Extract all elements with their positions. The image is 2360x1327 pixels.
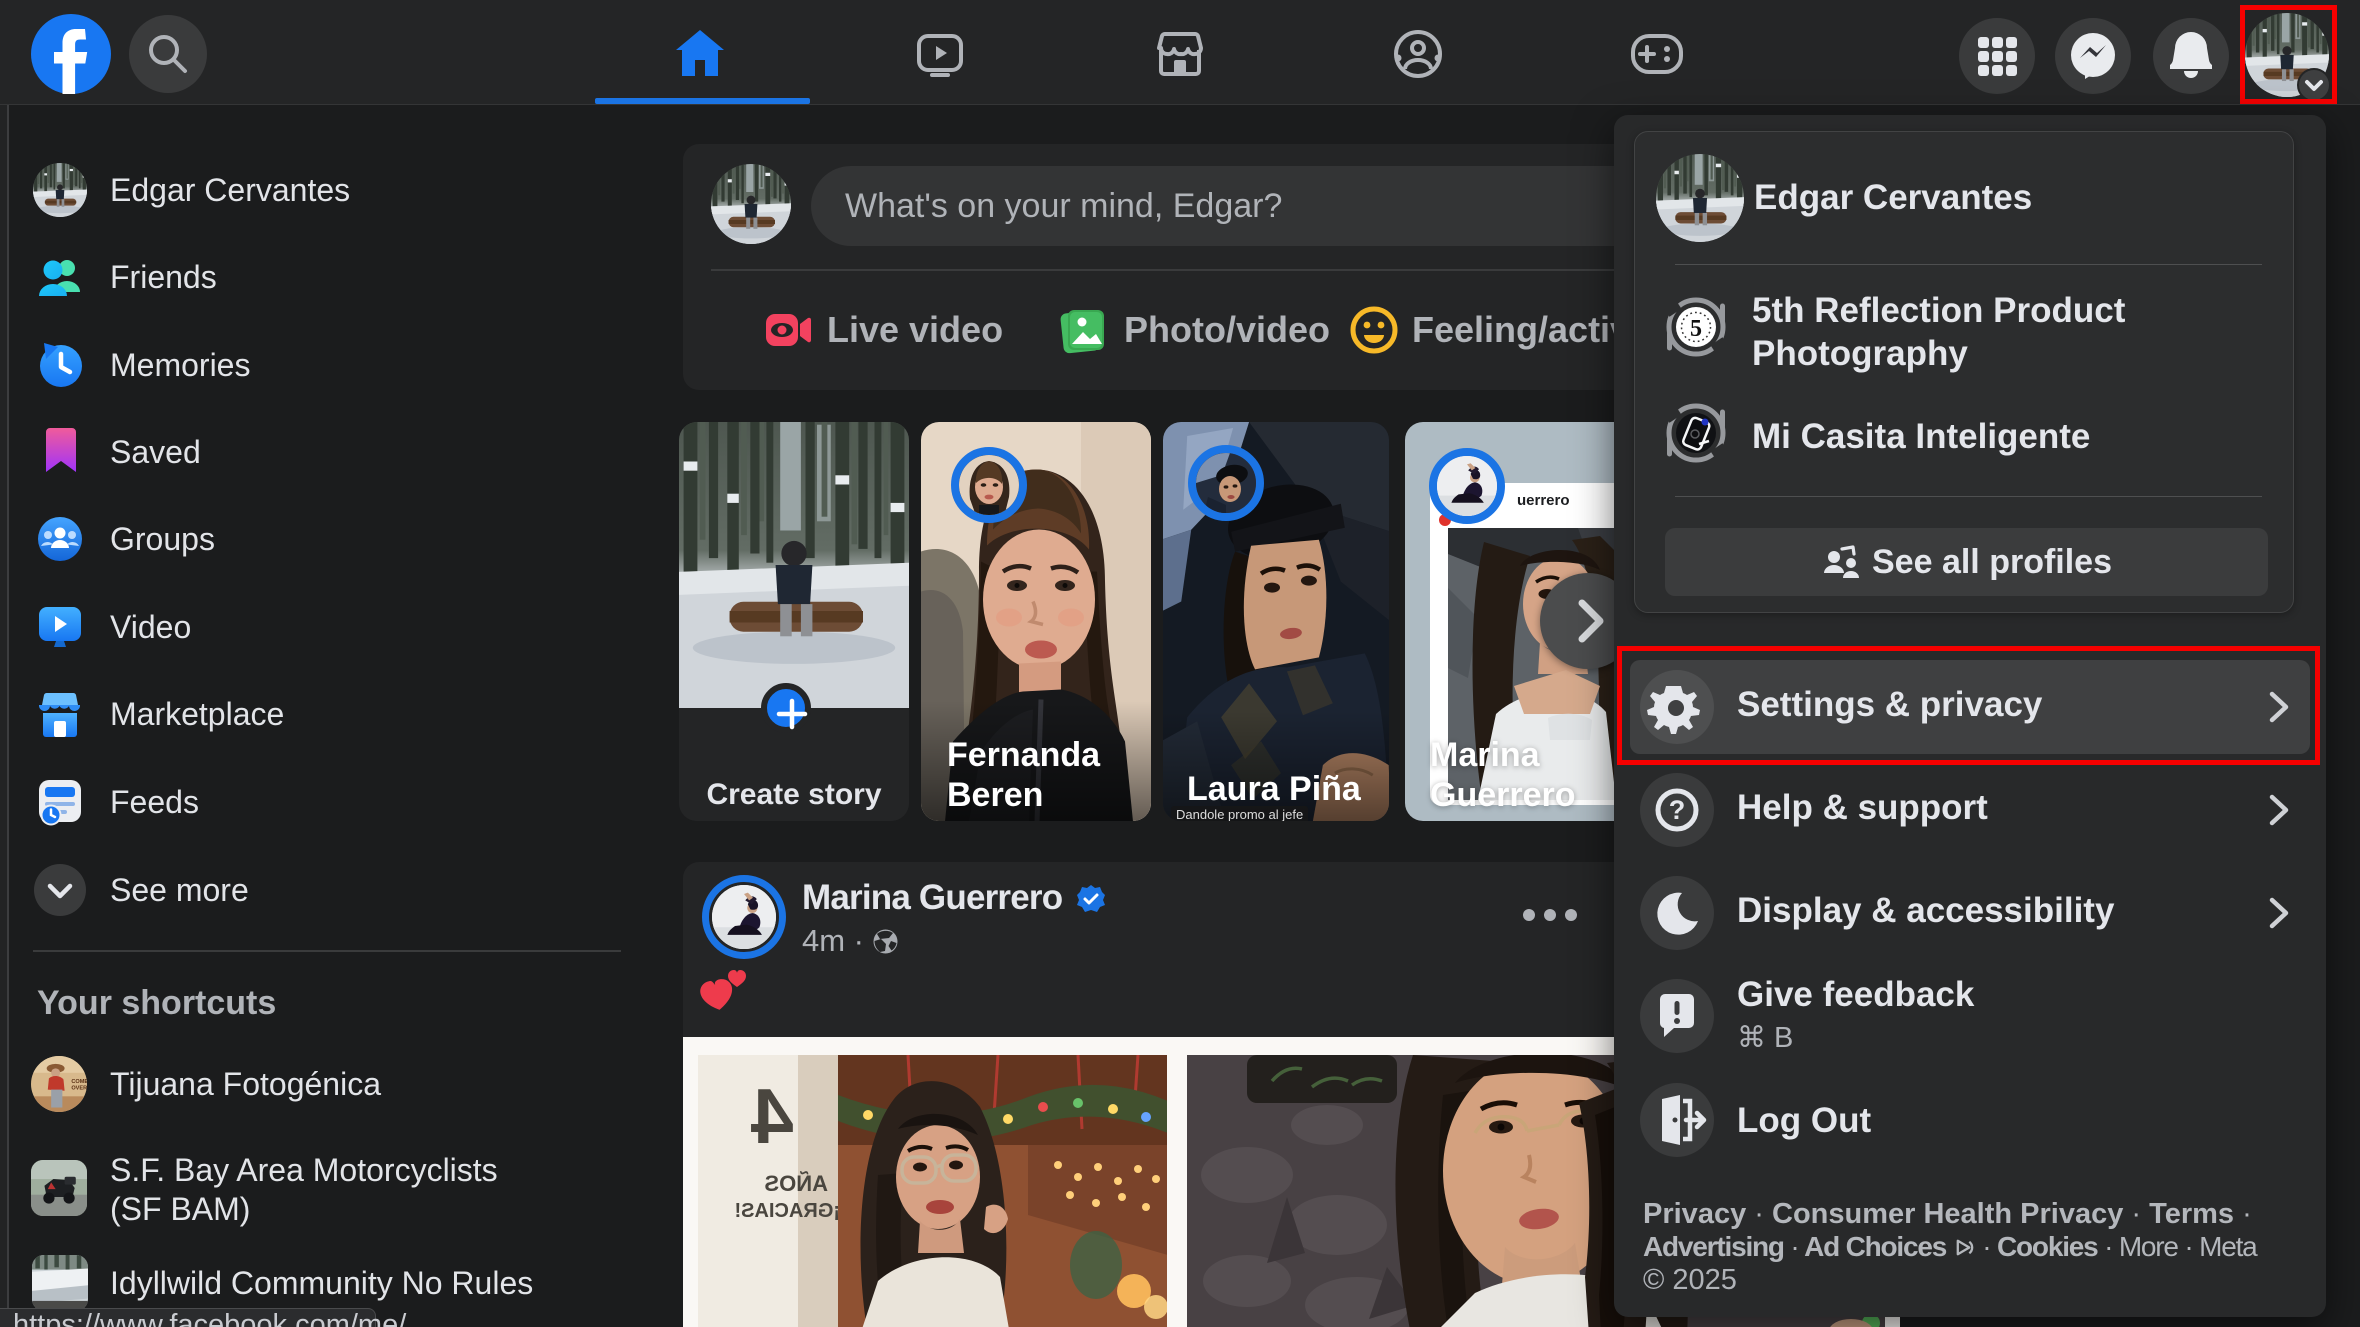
svg-text:5: 5 (1690, 316, 1702, 342)
svg-text:?: ? (1669, 795, 1686, 825)
